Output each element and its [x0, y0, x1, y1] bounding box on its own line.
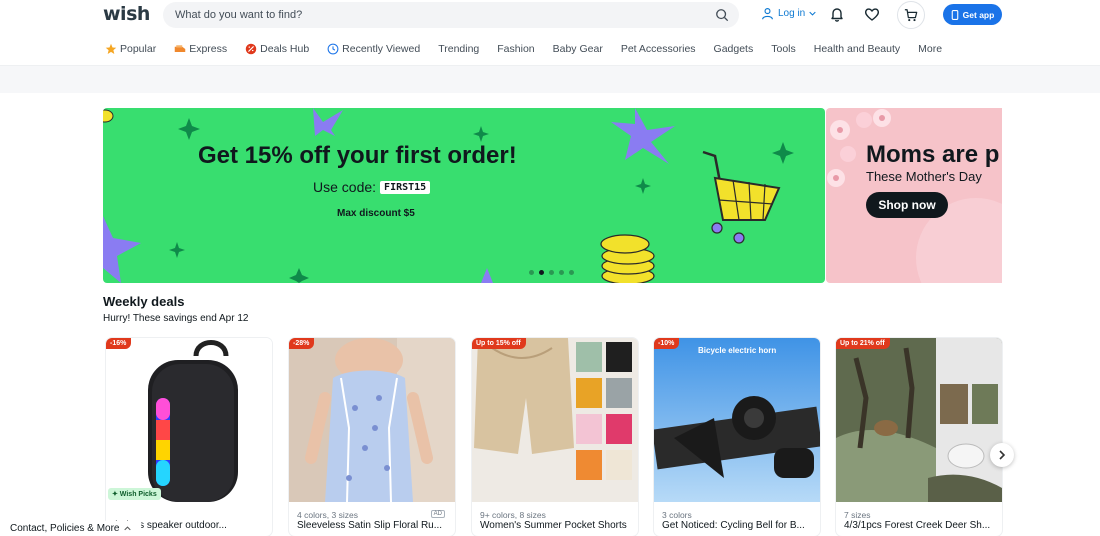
product-card[interactable]: -16% ✦ Wish Picks wireless speaker outdo…	[106, 338, 272, 536]
nav-item-deals-hub[interactable]: Deals Hub	[245, 43, 309, 55]
product-image[interactable]	[472, 338, 638, 502]
chevron-up-icon	[123, 526, 131, 531]
nav-item-popular[interactable]: Popular	[105, 43, 156, 55]
nav-label: Popular	[120, 43, 157, 55]
get-app-button[interactable]: Get app	[943, 4, 1002, 25]
footer-link-label: Contact, Policies & More	[10, 523, 120, 534]
product-image[interactable]	[289, 338, 455, 502]
user-icon	[762, 8, 773, 20]
nav-item-fashion[interactable]: Fashion	[497, 43, 534, 55]
discount-badge: Up to 15% off	[472, 338, 526, 349]
login-button[interactable]: Log in	[761, 7, 816, 20]
header: wish Log in Get app	[0, 0, 1100, 32]
carousel-next-button[interactable]	[990, 443, 1014, 467]
product-card[interactable]: Up to 15% off 9+ colors, 8 sizes Women's…	[472, 338, 638, 536]
product-variants: 9+ colors, 8 sizes	[480, 510, 546, 520]
banner-code-line: Use code: FIRST15	[313, 179, 431, 195]
bell-icon[interactable]	[829, 6, 845, 22]
product-variants: 7 sizes	[844, 510, 871, 520]
nav-item-recently-viewed[interactable]: Recently Viewed	[327, 43, 420, 55]
get-app-label: Get app	[962, 9, 995, 20]
nav-label: Baby Gear	[552, 43, 603, 55]
nav-label: Pet Accessories	[620, 43, 696, 55]
nav-label: Fashion	[497, 43, 535, 55]
carousel-dot[interactable]	[549, 270, 554, 275]
heart-icon[interactable]	[864, 6, 880, 22]
login-label: Log in	[778, 8, 806, 19]
carousel-dot-active[interactable]	[539, 270, 544, 275]
ad-label: AD	[430, 510, 445, 518]
wish-picks-badge: ✦ Wish Picks	[108, 488, 161, 500]
nav-label: More	[918, 43, 943, 55]
express-icon	[174, 45, 186, 52]
nav-label: Trending	[438, 43, 480, 55]
cart-icon	[904, 9, 918, 22]
product-card[interactable]: Up to 21% off 7 sizes 4/3/1pcs Forest Cr…	[836, 338, 1002, 536]
product-name[interactable]: Get Noticed: Cycling Bell for B...	[662, 520, 818, 531]
promo-code: FIRST15	[380, 180, 431, 194]
product-variants: 3 colors	[662, 510, 692, 520]
product-image[interactable]	[836, 338, 1002, 502]
nav-label: Gadgets	[713, 43, 754, 55]
chevron-right-icon	[999, 450, 1006, 460]
phone-icon	[951, 9, 958, 20]
search-bar[interactable]	[163, 2, 739, 28]
star-icon	[105, 43, 117, 54]
product-name[interactable]: Sleeveless Satin Slip Floral Ru...	[297, 520, 453, 531]
mothers-day-title: Moms are p	[866, 141, 1000, 168]
banner-decoration	[103, 108, 794, 283]
nav-item-trending[interactable]: Trending	[438, 43, 479, 55]
product-image[interactable]	[106, 338, 272, 502]
carousel-dots	[529, 270, 574, 275]
cart-button[interactable]	[897, 1, 925, 29]
coin-stack-illustration	[600, 234, 655, 283]
chevron-down-icon	[809, 11, 816, 16]
code-prefix: Use code:	[313, 179, 377, 195]
nav-item-health-beauty[interactable]: Health and Beauty	[814, 43, 900, 55]
nav-label: Deals Hub	[260, 43, 310, 55]
weekly-deals-subtitle: Hurry! These savings end Apr 12	[103, 313, 249, 324]
banner-title: Get 15% off your first order!	[198, 142, 517, 169]
mothers-day-banner[interactable]: Moms are p These Mother's Day Shop now	[826, 108, 1002, 283]
cart-illustration	[702, 150, 781, 244]
mothers-day-subtitle: These Mother's Day	[866, 169, 982, 184]
nav-label: Express	[189, 43, 228, 55]
clock-icon	[327, 43, 339, 55]
product-name[interactable]: Women's Summer Pocket Shorts	[480, 520, 636, 531]
discount-badge: -10%	[654, 338, 680, 349]
product-name[interactable]: 4/3/1pcs Forest Creek Deer Sh...	[844, 520, 1000, 531]
nav-label: Recently Viewed	[342, 43, 421, 55]
banner-max-discount: Max discount $5	[337, 208, 415, 219]
product-variants: 4 colors, 3 sizes	[297, 510, 358, 520]
product-image[interactable]	[654, 338, 820, 502]
nav-item-baby-gear[interactable]: Baby Gear	[553, 43, 603, 55]
nav-item-more[interactable]: More	[918, 43, 942, 55]
carousel-dot[interactable]	[569, 270, 574, 275]
carousel-dot[interactable]	[559, 270, 564, 275]
category-nav: Popular Express Deals Hub Recently Viewe…	[105, 43, 960, 55]
nav-label: Tools	[771, 43, 796, 55]
nav-item-gadgets[interactable]: Gadgets	[714, 43, 754, 55]
wish-logo[interactable]: wish	[103, 3, 150, 25]
nav-item-tools[interactable]: Tools	[771, 43, 796, 55]
search-icon[interactable]	[715, 8, 729, 22]
discount-badge: Up to 21% off	[836, 338, 890, 349]
nav-label: Health and Beauty	[813, 43, 901, 55]
shop-now-button[interactable]: Shop now	[866, 192, 948, 218]
nav-item-express[interactable]: Express	[174, 43, 227, 55]
discount-badge: -28%	[289, 338, 315, 349]
footer-contact-policies-link[interactable]: Contact, Policies & More	[0, 521, 141, 536]
search-input[interactable]	[175, 7, 695, 23]
product-card[interactable]: Bicycle electric horn -10% 3 colors Get …	[654, 338, 820, 536]
product-image-caption: Bicycle electric horn	[698, 346, 777, 355]
promo-banner[interactable]: Get 15% off your first order! Use code: …	[103, 108, 825, 283]
carousel-dot[interactable]	[529, 270, 534, 275]
weekly-deals-title: Weekly deals	[103, 294, 185, 309]
nav-item-pet-accessories[interactable]: Pet Accessories	[621, 43, 696, 55]
deals-icon	[245, 43, 257, 55]
discount-badge: -16%	[106, 338, 132, 349]
gray-divider-band	[0, 65, 1100, 93]
product-card[interactable]: -28% 4 colors, 3 sizes AD Sleeveless Sat…	[289, 338, 455, 536]
